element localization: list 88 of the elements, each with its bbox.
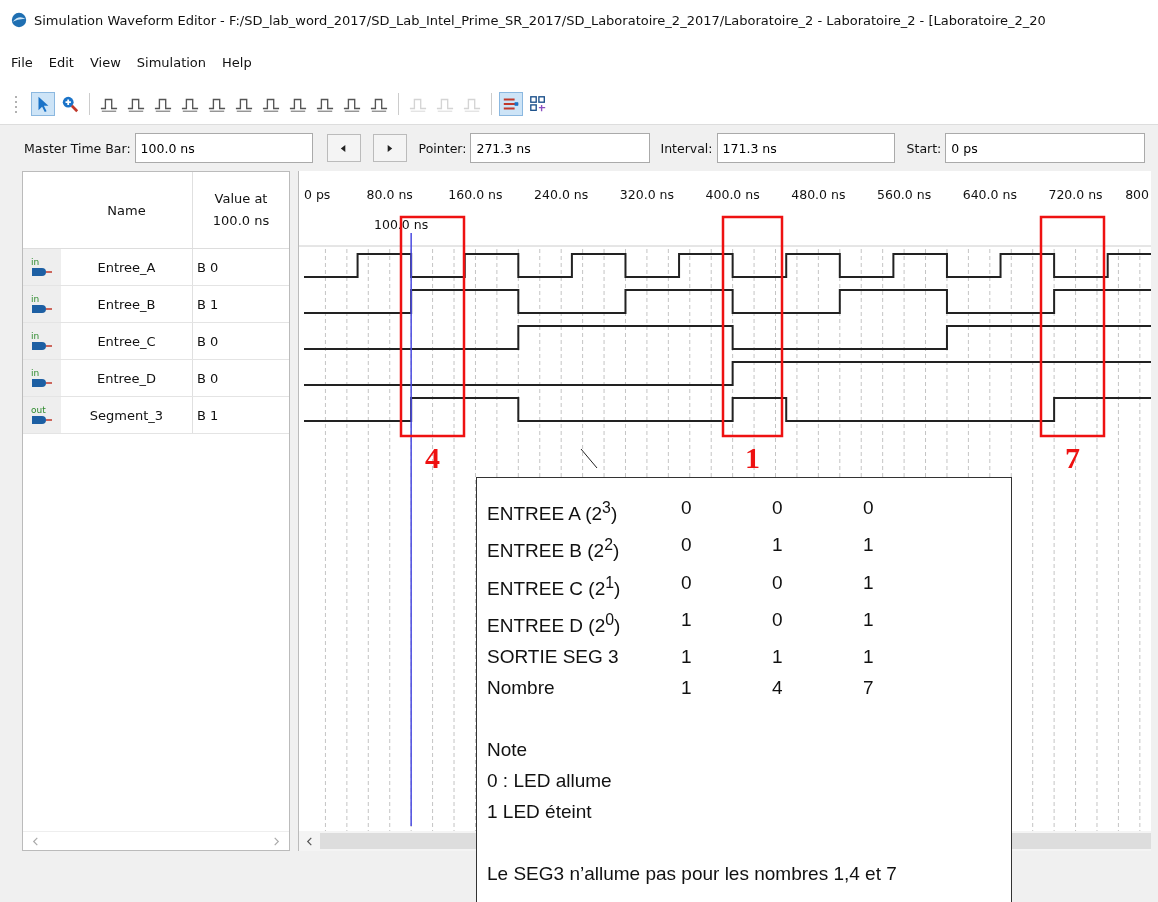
column-header: Name <box>107 202 146 218</box>
field-label: Pointer: <box>418 140 467 156</box>
time-tick-label: 240.0 ns <box>534 187 589 202</box>
note-line: 0 : LED allume <box>487 769 612 794</box>
conclusion-text: Le SEG3 n’allume pas pour les nombres 1,4 et 7 <box>487 862 897 887</box>
window-title: Simulation Waveform Editor - F:/SD_lab_word_2017/SD_Lab_Intel_Prime_SR_2017/SD_Laboratoire_2_2017/Laboratoire_2 - Laboratoire_2 - [Laboratoire_2_20 <box>34 12 1046 28</box>
master-time-bar-field[interactable]: 100.0 ns <box>134 133 313 163</box>
field-label: Start: <box>906 140 942 156</box>
table-cell-text: 0 <box>863 496 875 520</box>
table-cell-text: 1 <box>863 570 875 595</box>
port-label: out <box>31 405 46 415</box>
menu-item[interactable]: Help <box>222 54 252 70</box>
table-cell-text: 1 <box>681 645 693 670</box>
port-label: in <box>31 331 40 341</box>
table-cell-text: 1 <box>772 533 784 558</box>
note-title: Note <box>487 738 528 763</box>
table-cell-text: 0 <box>772 496 784 520</box>
pin-icon <box>31 377 53 388</box>
table-cell-text: 1 <box>681 676 693 701</box>
table-cell-text: 0 <box>681 533 693 558</box>
time-tick-label: 400.0 ns <box>705 187 760 202</box>
bars-tool-button[interactable] <box>499 92 523 116</box>
signal-value: B 0 <box>197 259 219 275</box>
table-cell-text: 1 <box>863 645 875 670</box>
table-cell-text: 7 <box>863 676 875 701</box>
time-tick-label: 640.0 ns <box>962 187 1017 202</box>
field-label: Master Time Bar: <box>24 140 131 156</box>
table-cell-text: Nombre <box>487 676 556 701</box>
time-tick-label: 320.0 ns <box>619 187 674 202</box>
app-icon <box>10 11 28 29</box>
field-label: Interval: <box>660 140 713 156</box>
pointer-field[interactable]: 271.3 ns <box>470 133 651 163</box>
leader-line <box>580 448 598 469</box>
time-tick-label: 480.0 ns <box>791 187 846 202</box>
table-cell-text: ENTREE B (2$^{2}$) <box>487 535 621 564</box>
signal-value: B 1 <box>197 407 219 423</box>
table-cell-text: 1 <box>863 608 875 632</box>
pin-icon <box>31 266 53 277</box>
highlight-label: 7 <box>1065 441 1080 474</box>
time-tick-label: 80.0 ns <box>366 187 413 202</box>
table-cell-text: ENTREE A (2$^{3}$) <box>487 498 619 527</box>
table-cell-text: 0 <box>681 570 693 595</box>
menu-item[interactable]: Edit <box>48 54 74 70</box>
pin-icon <box>31 303 53 314</box>
time-tick-label: 720.0 ns <box>1048 187 1103 202</box>
time-tick-label: 160.0 ns <box>448 187 503 202</box>
time-cursor-line[interactable] <box>410 232 412 827</box>
signal-value: B 0 <box>197 333 219 349</box>
toolbar-grip-icon <box>14 94 18 114</box>
menu-item[interactable]: View <box>89 54 121 70</box>
time-tick-label: 0 ps <box>304 187 331 202</box>
pin-icon <box>31 414 53 425</box>
triangle-right-icon <box>385 143 395 153</box>
menu-item[interactable]: Simulation <box>136 54 207 70</box>
column-header: Value at 100.0 ns <box>211 190 271 230</box>
signal-name[interactable]: Entree_A <box>97 259 156 275</box>
table-cell-text: 0 <box>772 608 784 632</box>
signal-name[interactable]: Entree_C <box>97 333 156 349</box>
table-cell-text: ENTREE C (2$^{1}$) <box>487 572 622 601</box>
signal-value: B 0 <box>197 370 219 386</box>
pointer-tool-button[interactable] <box>31 92 55 116</box>
pin-icon <box>31 340 53 351</box>
time-tick-label: 560.0 ns <box>877 187 932 202</box>
table-cell-text: 1 <box>863 533 875 558</box>
interval-field[interactable]: 171.3 ns <box>716 133 895 163</box>
port-label: in <box>31 257 40 267</box>
highlight-label: 4 <box>425 441 440 474</box>
grid-icon <box>529 95 547 113</box>
menu-item[interactable]: File <box>11 54 33 70</box>
zoom-icon <box>61 95 79 113</box>
signal-value: B 1 <box>197 296 219 312</box>
table-cell-text: 1 <box>681 608 693 632</box>
port-label: in <box>31 368 40 378</box>
table-cell-text: 0 <box>772 570 784 595</box>
signal-name[interactable]: Segment_3 <box>89 407 164 423</box>
table-cell-text: 4 <box>772 676 784 701</box>
time-tick-label: 800 <box>1125 187 1149 202</box>
table-cell-text: 1 <box>772 645 784 670</box>
table-cell-text: ENTREE D (2$^{0}$) <box>487 610 622 639</box>
scroll-left-icon[interactable] <box>305 836 314 846</box>
port-label: in <box>31 294 40 304</box>
note-line: 1 LED éteint <box>487 800 592 825</box>
table-cell-text: SORTIE SEG 3 <box>487 645 620 670</box>
table-cell-text: 0 <box>681 496 693 520</box>
start-field[interactable]: 0 ps <box>945 133 1146 163</box>
signal-name[interactable]: Entree_B <box>97 296 156 312</box>
highlight-label: 1 <box>745 441 760 474</box>
signal-name[interactable]: Entree_D <box>96 370 157 386</box>
